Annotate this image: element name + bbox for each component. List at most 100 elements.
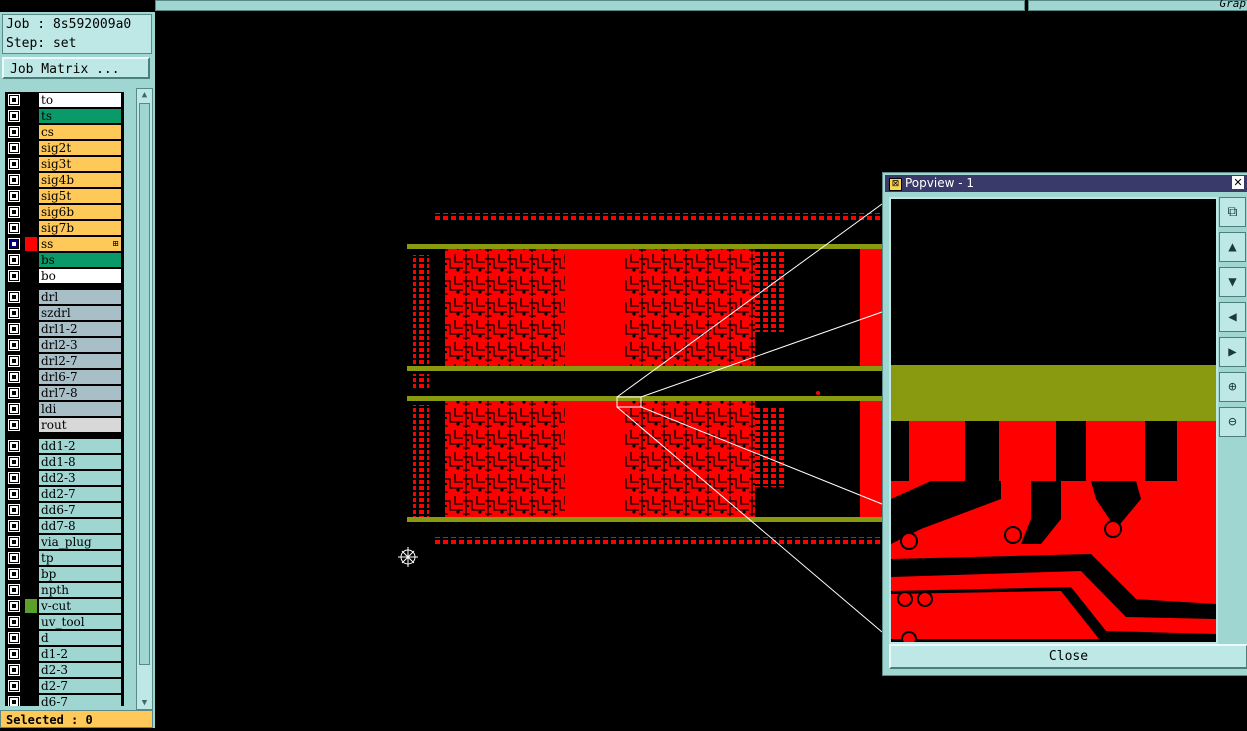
layer-checkbox[interactable] — [8, 254, 20, 266]
layer-name[interactable]: d — [39, 631, 121, 645]
layer-checkbox[interactable] — [8, 648, 20, 660]
pan-down-icon[interactable]: ▼ — [1219, 267, 1246, 297]
layer-name[interactable]: dd6-7 — [39, 503, 121, 517]
layer-checkbox[interactable] — [8, 600, 20, 612]
close-icon[interactable]: ✕ — [1232, 176, 1244, 189]
layer-color-swatch[interactable] — [25, 141, 37, 155]
layer-color-swatch[interactable] — [25, 93, 37, 107]
layer-row[interactable]: d6-7 — [5, 694, 124, 706]
pan-up-icon[interactable]: ▲ — [1219, 232, 1246, 262]
layer-checkbox[interactable] — [8, 307, 20, 319]
layer-row[interactable]: drl — [5, 289, 124, 305]
layer-checkbox[interactable] — [8, 142, 20, 154]
layer-checkbox[interactable] — [8, 403, 20, 415]
layer-name[interactable]: sig3t — [39, 157, 121, 171]
layer-checkbox[interactable] — [8, 206, 20, 218]
layer-checkbox[interactable] — [8, 440, 20, 452]
layer-name[interactable]: npth — [39, 583, 121, 597]
layer-name[interactable]: dd2-7 — [39, 487, 121, 501]
layer-row[interactable]: d2-3 — [5, 662, 124, 678]
scroll-up-icon[interactable]: ▲ — [138, 89, 151, 101]
layer-name[interactable]: dd2-3 — [39, 471, 121, 485]
layer-color-swatch[interactable] — [25, 354, 37, 368]
layer-name[interactable]: dd1-8 — [39, 455, 121, 469]
layer-row[interactable]: szdrl — [5, 305, 124, 321]
layer-checkbox[interactable] — [8, 680, 20, 692]
layer-checkbox[interactable] — [8, 291, 20, 303]
layer-row[interactable]: uv_tool — [5, 614, 124, 630]
layer-list-scrollbar[interactable]: ▲ ▼ — [136, 88, 153, 710]
layer-color-swatch[interactable] — [25, 189, 37, 203]
layer-checkbox[interactable] — [8, 568, 20, 580]
layer-row[interactable]: v-cut — [5, 598, 124, 614]
layer-checkbox[interactable] — [8, 552, 20, 564]
layer-name[interactable]: dd7-8 — [39, 519, 121, 533]
layer-checkbox[interactable] — [8, 616, 20, 628]
layer-row[interactable]: ldi — [5, 401, 124, 417]
layer-row[interactable]: sig4b — [5, 172, 124, 188]
command-line-field[interactable] — [155, 0, 1025, 11]
layer-color-swatch[interactable] — [25, 418, 37, 432]
zoom-in-icon[interactable]: ⊕ — [1219, 372, 1246, 402]
layer-color-swatch[interactable] — [25, 679, 37, 693]
layer-name[interactable]: drl — [39, 290, 121, 304]
layer-checkbox[interactable] — [8, 584, 20, 596]
layer-name[interactable]: d6-7 — [39, 695, 121, 706]
layer-checkbox[interactable] — [8, 270, 20, 282]
layer-checkbox[interactable] — [8, 371, 20, 383]
layer-color-swatch[interactable] — [25, 306, 37, 320]
layer-row[interactable]: sig2t — [5, 140, 124, 156]
layer-checkbox[interactable] — [8, 174, 20, 186]
layer-color-swatch[interactable] — [25, 471, 37, 485]
layer-row[interactable]: drl6-7 — [5, 369, 124, 385]
layer-name[interactable]: d2-3 — [39, 663, 121, 677]
layer-color-swatch[interactable] — [25, 269, 37, 283]
layer-name[interactable]: sig7b — [39, 221, 121, 235]
layer-checkbox[interactable] — [8, 504, 20, 516]
layer-row[interactable]: d2-7 — [5, 678, 124, 694]
layer-checkbox[interactable] — [8, 387, 20, 399]
layer-color-swatch[interactable] — [25, 370, 37, 384]
layer-name[interactable]: ldi — [39, 402, 121, 416]
layer-name[interactable]: via_plug — [39, 535, 121, 549]
layer-row[interactable]: bs — [5, 252, 124, 268]
layer-color-swatch[interactable] — [25, 205, 37, 219]
layer-name[interactable]: drl6-7 — [39, 370, 121, 384]
layer-checkbox[interactable] — [8, 110, 20, 122]
layer-row[interactable]: dd2-7 — [5, 486, 124, 502]
layer-checkbox[interactable] — [8, 664, 20, 676]
layer-row[interactable]: dd2-3 — [5, 470, 124, 486]
layer-color-swatch[interactable] — [25, 125, 37, 139]
layer-color-swatch[interactable] — [25, 173, 37, 187]
layer-color-swatch[interactable] — [25, 290, 37, 304]
layer-name[interactable]: tp — [39, 551, 121, 565]
layer-row[interactable]: dd1-8 — [5, 454, 124, 470]
layer-color-swatch[interactable] — [25, 615, 37, 629]
layer-name[interactable]: sig4b — [39, 173, 121, 187]
layer-row[interactable]: d — [5, 630, 124, 646]
layer-color-swatch[interactable] — [25, 599, 37, 613]
layer-color-swatch[interactable] — [25, 157, 37, 171]
job-matrix-button[interactable]: Job Matrix ... — [2, 57, 150, 79]
layer-checkbox[interactable] — [8, 696, 20, 706]
layer-name[interactable]: v-cut — [39, 599, 121, 613]
layer-color-swatch[interactable] — [25, 253, 37, 267]
zoom-out-icon[interactable]: ⊖ — [1219, 407, 1246, 437]
layer-row[interactable]: bo — [5, 268, 124, 284]
layer-checkbox[interactable] — [8, 488, 20, 500]
layer-color-swatch[interactable] — [25, 487, 37, 501]
layer-name[interactable]: d1-2 — [39, 647, 121, 661]
layer-color-swatch[interactable] — [25, 237, 37, 251]
layer-color-swatch[interactable] — [25, 338, 37, 352]
pan-right-icon[interactable]: ▶ — [1219, 337, 1246, 367]
layer-checkbox[interactable] — [8, 419, 20, 431]
layer-name[interactable]: ss ⊞ — [39, 237, 121, 251]
layer-name[interactable]: drl2-3 — [39, 338, 121, 352]
layer-checkbox[interactable] — [8, 323, 20, 335]
popview-titlebar[interactable]: ⊠ Popview - 1 ✕ — [885, 175, 1247, 192]
layer-name[interactable]: bp — [39, 567, 121, 581]
popview-zoom-view[interactable] — [889, 197, 1218, 644]
layer-row[interactable]: tp — [5, 550, 124, 566]
scroll-thumb[interactable] — [139, 103, 150, 665]
layer-color-swatch[interactable] — [25, 631, 37, 645]
